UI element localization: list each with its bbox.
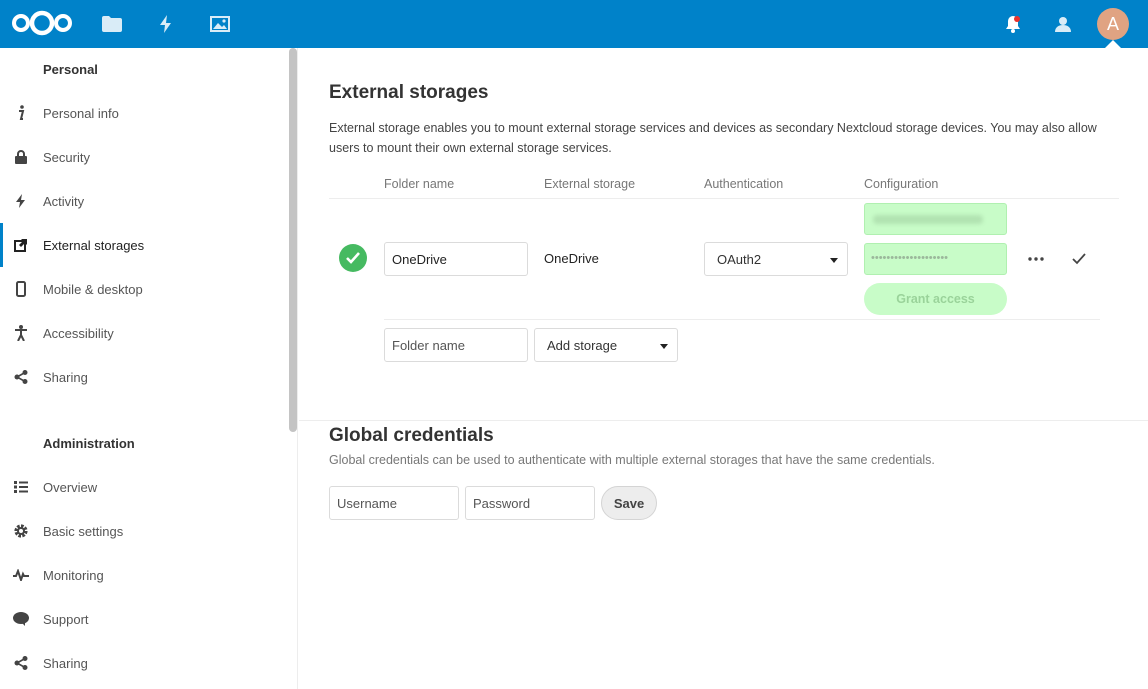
storage-type-value: OneDrive bbox=[544, 251, 599, 266]
masked-secret: •••••••••••••••••••• bbox=[871, 252, 949, 264]
settings-sidebar: Personal Personal info Security Activity… bbox=[0, 48, 298, 689]
user-avatar[interactable]: A bbox=[1097, 8, 1129, 40]
save-button[interactable]: Save bbox=[601, 486, 657, 520]
sidebar-scrollbar[interactable] bbox=[289, 48, 297, 432]
column-header-folder: Folder name bbox=[384, 177, 455, 191]
sidebar-item-label: Activity bbox=[43, 193, 85, 209]
column-header-auth: Authentication bbox=[704, 177, 784, 191]
external-description: External storage enables you to mount ex… bbox=[329, 121, 1097, 155]
sidebar-item-activity[interactable]: Activity bbox=[0, 179, 288, 223]
section-title-global-credentials: Global credentials bbox=[329, 425, 494, 446]
sidebar-item-label: Security bbox=[43, 149, 90, 165]
sidebar-item-label: Monitoring bbox=[43, 567, 104, 583]
sidebar-item-label: Personal info bbox=[43, 105, 119, 121]
pulse-icon bbox=[12, 566, 30, 584]
sidebar-item-label: Support bbox=[43, 611, 89, 627]
add-storage-select[interactable]: Add storage bbox=[534, 328, 678, 362]
sidebar-item-external-storages[interactable]: External storages bbox=[0, 223, 288, 267]
authentication-select[interactable]: OAuth2 bbox=[704, 242, 848, 276]
blurred-value bbox=[873, 215, 983, 224]
sidebar-item-overview[interactable]: Overview bbox=[0, 465, 288, 509]
nextcloud-logo-icon[interactable] bbox=[11, 10, 73, 36]
more-options-icon[interactable] bbox=[1026, 250, 1046, 268]
activity-icon[interactable] bbox=[154, 12, 178, 36]
top-header: A bbox=[0, 0, 1148, 48]
phone-icon bbox=[12, 280, 30, 298]
external-link-icon bbox=[12, 236, 30, 254]
sidebar-item-label: Basic settings bbox=[43, 523, 124, 539]
chevron-down-icon bbox=[660, 344, 668, 349]
save-row-check-icon[interactable] bbox=[1070, 250, 1088, 268]
global-description: Global credentials can be used to authen… bbox=[329, 453, 935, 467]
photos-icon[interactable] bbox=[208, 12, 232, 36]
status-ok-icon bbox=[339, 244, 367, 272]
lightning-icon bbox=[12, 192, 30, 210]
administration-caption: Administration bbox=[43, 436, 135, 451]
chat-icon bbox=[12, 610, 30, 628]
username-input[interactable]: Username bbox=[329, 486, 459, 520]
row-divider bbox=[384, 319, 1100, 320]
authentication-selected: OAuth2 bbox=[717, 251, 762, 267]
contacts-icon[interactable] bbox=[1051, 12, 1075, 36]
column-header-config: Configuration bbox=[864, 177, 939, 191]
list-icon bbox=[12, 478, 30, 496]
column-header-storage: External storage bbox=[544, 177, 636, 191]
lock-icon bbox=[12, 148, 30, 166]
accessibility-icon bbox=[12, 324, 30, 342]
sidebar-item-sharing-admin[interactable]: Sharing bbox=[0, 641, 288, 685]
sidebar-item-label: External storages bbox=[43, 237, 145, 253]
chevron-down-icon bbox=[830, 258, 838, 263]
sidebar-item-monitoring[interactable]: Monitoring bbox=[0, 553, 288, 597]
grant-access-button[interactable]: Grant access bbox=[864, 283, 1007, 315]
folder-name-input[interactable]: OneDrive bbox=[384, 242, 528, 276]
page-title: External storages bbox=[329, 82, 489, 103]
avatar-menu-caret bbox=[1105, 40, 1121, 48]
section-divider bbox=[299, 420, 1148, 421]
sidebar-item-label: Mobile & desktop bbox=[43, 281, 143, 297]
password-input[interactable]: Password bbox=[465, 486, 595, 520]
personal-caption: Personal bbox=[43, 62, 98, 77]
sidebar-item-mobile-desktop[interactable]: Mobile & desktop bbox=[0, 267, 288, 311]
client-id-field[interactable] bbox=[864, 203, 1007, 235]
sidebar-item-label: Sharing bbox=[43, 369, 88, 385]
share-icon bbox=[12, 654, 30, 672]
gear-icon bbox=[12, 522, 30, 540]
sidebar-item-label: Accessibility bbox=[43, 325, 114, 341]
table-divider bbox=[329, 198, 1119, 199]
files-icon[interactable] bbox=[100, 12, 124, 36]
sidebar-item-label: Overview bbox=[43, 479, 98, 495]
info-icon bbox=[12, 104, 30, 122]
sidebar-item-sharing-personal[interactable]: Sharing bbox=[0, 355, 288, 399]
new-folder-name-input[interactable]: Folder name bbox=[384, 328, 528, 362]
sidebar-item-basic-settings[interactable]: Basic settings bbox=[0, 509, 288, 553]
sidebar-item-accessibility[interactable]: Accessibility bbox=[0, 311, 288, 355]
share-icon bbox=[12, 368, 30, 386]
notifications-icon[interactable] bbox=[1001, 12, 1025, 36]
sidebar-item-label: Sharing bbox=[43, 655, 88, 671]
sidebar-item-security[interactable]: Security bbox=[0, 135, 288, 179]
client-secret-field[interactable]: •••••••••••••••••••• bbox=[864, 243, 1007, 275]
sidebar-item-support[interactable]: Support bbox=[0, 597, 288, 641]
add-storage-label: Add storage bbox=[547, 337, 618, 353]
sidebar-item-personal-info[interactable]: Personal info bbox=[0, 91, 288, 135]
